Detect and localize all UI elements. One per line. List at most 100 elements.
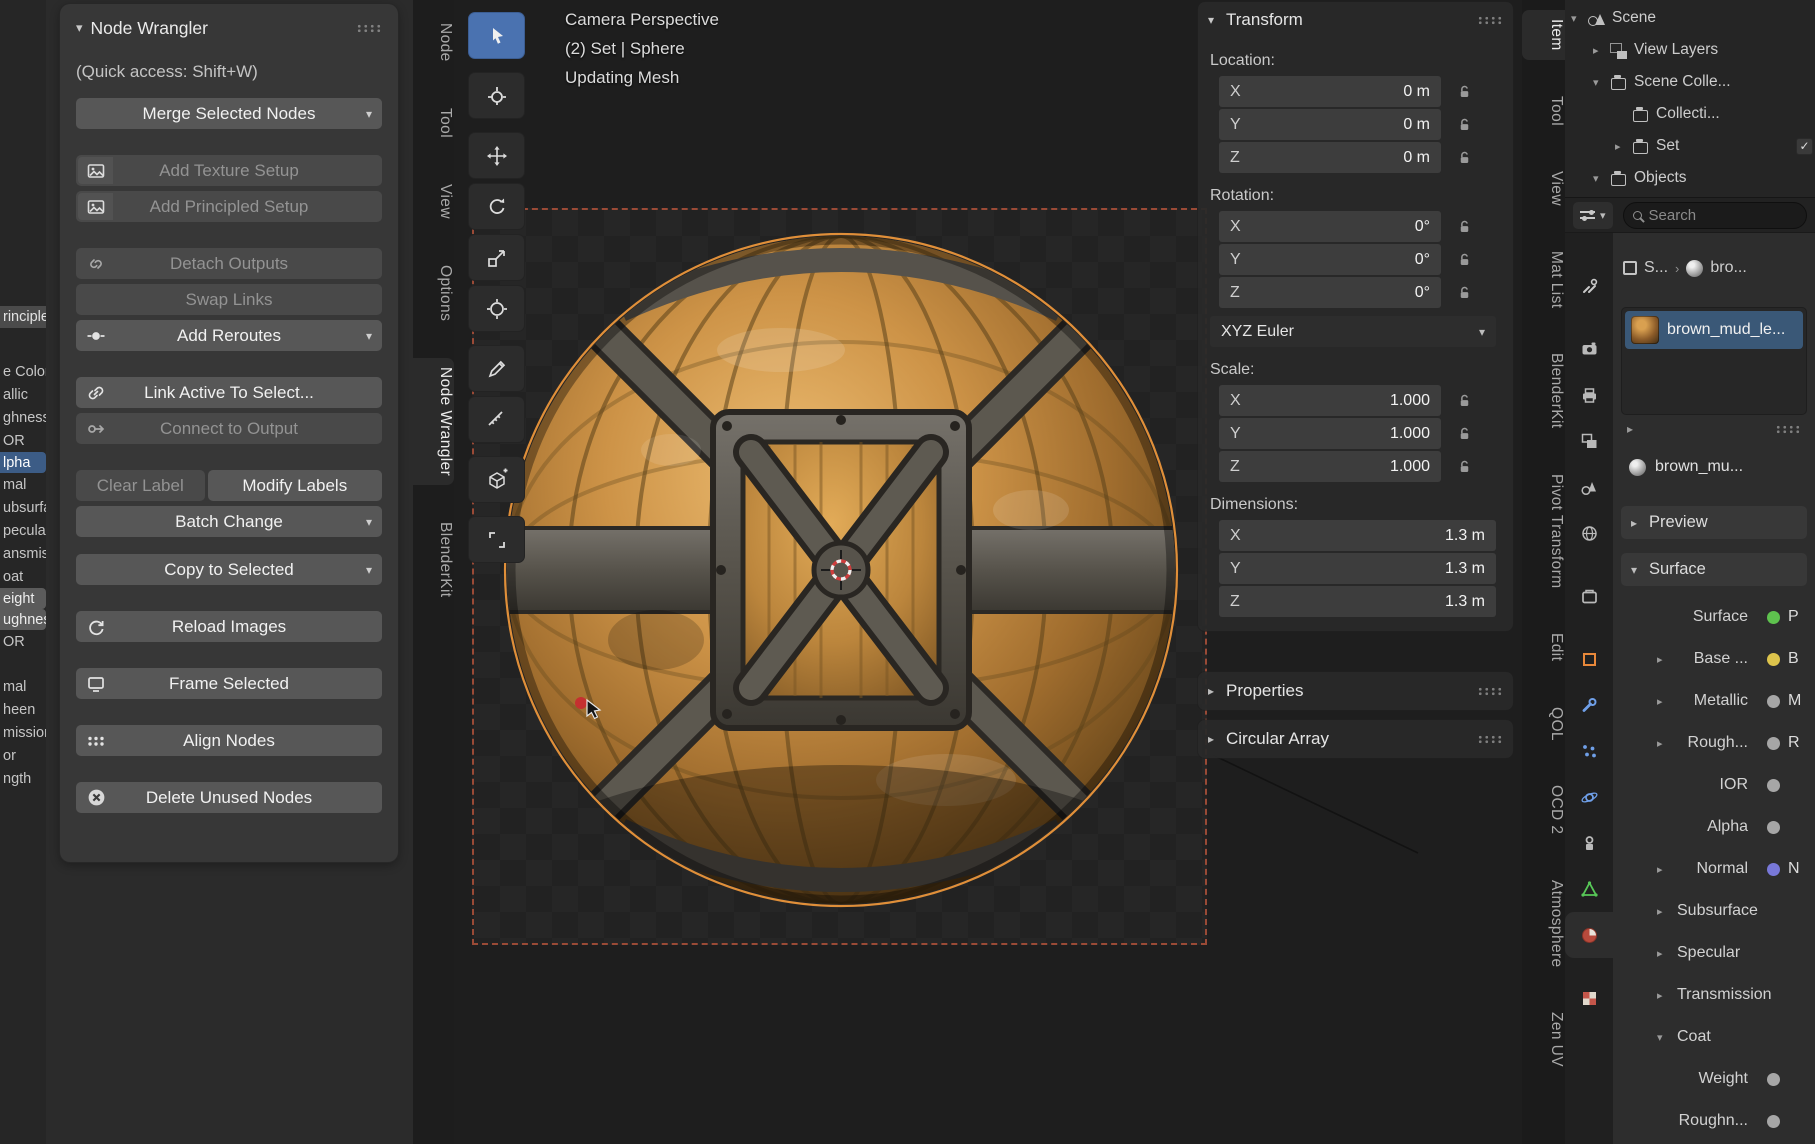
sidebar-tab[interactable]: BlenderKit <box>1522 344 1565 438</box>
sidebar-tab[interactable]: Atmosphere <box>1522 871 1565 977</box>
align-nodes-button[interactable]: Align Nodes <box>76 725 382 756</box>
expand-chevron-icon[interactable]: ▾ <box>1657 1031 1663 1044</box>
expand-chevron-icon[interactable]: ▸ <box>1657 653 1663 666</box>
expand-chevron-icon[interactable]: ▸ <box>1657 905 1663 918</box>
number-field[interactable]: X 0° <box>1219 211 1441 242</box>
tab-constraints[interactable] <box>1565 820 1613 866</box>
node-socket-label[interactable]: OR <box>0 429 46 452</box>
delete-unused-nodes-button[interactable]: Delete Unused Nodes <box>76 782 382 813</box>
transform-tool-button[interactable] <box>468 285 525 332</box>
material-slot-list[interactable]: brown_mud_le... <box>1621 307 1807 415</box>
node-socket-label[interactable]: OR <box>0 630 46 653</box>
material-property-row[interactable]: ▸ Subsurface <box>1613 890 1815 932</box>
detach-outputs-button[interactable]: Detach Outputs <box>76 248 382 279</box>
tab-tool[interactable] <box>1565 263 1613 309</box>
node-socket-label[interactable]: ansmis <box>0 542 46 565</box>
lock-open-icon[interactable] <box>1457 84 1472 100</box>
sidebar-tab[interactable]: Zen UV <box>1522 1003 1565 1076</box>
number-field[interactable]: Y 0 m <box>1219 109 1441 140</box>
sidebar-tab[interactable]: Options <box>413 256 454 330</box>
modify-labels-button[interactable]: Modify Labels <box>208 470 382 501</box>
outliner-row[interactable]: ▾ Objects <box>1565 162 1815 194</box>
sidebar-tab[interactable]: Pivot Transform <box>1522 465 1565 598</box>
property-value[interactable]: N <box>1767 860 1800 878</box>
panel-grip-icon[interactable] <box>1477 16 1503 25</box>
tab-physics[interactable] <box>1565 774 1613 820</box>
material-property-row[interactable]: ▸ Specular <box>1613 932 1815 974</box>
tab-scene[interactable] <box>1565 464 1613 510</box>
node-socket-label[interactable]: mal <box>0 675 46 698</box>
node-socket-label[interactable]: pecular <box>0 519 46 542</box>
checkbox-icon[interactable] <box>1796 138 1813 155</box>
expand-chevron-icon[interactable]: ▾ <box>1593 172 1610 185</box>
tab-world[interactable] <box>1565 510 1613 556</box>
viewport-3d[interactable]: Camera Perspective (2) Set | Sphere Upda… <box>454 0 1565 1144</box>
panel-grip-icon[interactable] <box>1477 687 1503 696</box>
sidebar-tab[interactable]: Tool <box>1522 87 1565 135</box>
properties-panel-collapsed[interactable]: ▸ Properties <box>1198 672 1513 710</box>
tab-modifiers[interactable] <box>1565 682 1613 728</box>
frame-selected-button[interactable]: Frame Selected <box>76 668 382 699</box>
property-value[interactable] <box>1767 779 1788 792</box>
expand-chevron-icon[interactable]: ▸ <box>1657 737 1663 750</box>
number-field[interactable]: Z 1.3 m <box>1219 586 1496 617</box>
sidebar-tab[interactable]: Node <box>413 14 454 71</box>
outliner-row[interactable]: ▸ Set <box>1565 130 1815 162</box>
sidebar-tab[interactable]: Node Wrangler <box>413 358 454 485</box>
node-socket-label[interactable]: heen <box>0 698 46 721</box>
sidebar-tab[interactable]: Mat List <box>1522 242 1565 317</box>
outliner-row[interactable]: ▾ Scene <box>1565 2 1815 34</box>
node-socket-label[interactable]: or <box>0 744 46 767</box>
sidebar-tab[interactable]: BlenderKit <box>413 513 454 607</box>
expand-chevron-icon[interactable]: ▸ <box>1657 863 1663 876</box>
material-property-row[interactable]: ▾ Coat <box>1613 1016 1815 1058</box>
tab-texture[interactable] <box>1565 975 1613 1021</box>
node-socket-label[interactable]: eight <box>0 588 46 609</box>
lock-open-icon[interactable] <box>1457 285 1472 301</box>
add-texture-setup-button[interactable]: Add Texture Setup <box>76 155 382 186</box>
panel-grip-icon[interactable] <box>1477 735 1503 744</box>
property-value[interactable]: R <box>1767 734 1800 752</box>
surface-section-header[interactable]: ▾ Surface <box>1621 553 1807 586</box>
material-property-row[interactable]: Alpha <box>1613 806 1815 848</box>
circular-array-panel-collapsed[interactable]: ▸ Circular Array <box>1198 720 1513 758</box>
tab-output[interactable] <box>1565 372 1613 418</box>
material-property-row[interactable]: Weight <box>1613 1058 1815 1100</box>
material-property-row[interactable]: Roughn... <box>1613 1100 1815 1142</box>
node-socket-label[interactable]: lpha <box>0 452 46 473</box>
rotate-tool-button[interactable] <box>468 183 525 230</box>
lock-open-icon[interactable] <box>1457 117 1472 133</box>
connect-to-output-button[interactable]: Connect to Output <box>76 413 382 444</box>
sidebar-tab[interactable]: View <box>413 175 454 228</box>
tab-collection[interactable] <box>1565 573 1613 619</box>
node-socket-label[interactable]: e Color <box>0 360 46 383</box>
lock-open-icon[interactable] <box>1457 219 1472 235</box>
number-field[interactable]: X 0 m <box>1219 76 1441 107</box>
lock-open-icon[interactable] <box>1457 393 1472 409</box>
property-value[interactable] <box>1767 821 1788 834</box>
box-select-tool-button[interactable] <box>468 12 525 59</box>
breadcrumb-material[interactable]: bro... <box>1710 259 1746 277</box>
property-value[interactable]: M <box>1767 692 1801 710</box>
number-field[interactable]: Z 0 m <box>1219 142 1441 173</box>
node-socket-label[interactable]: ghness <box>0 406 46 429</box>
number-field[interactable]: Z 1.000 <box>1219 451 1441 482</box>
node-socket-label[interactable]: ngth <box>0 767 46 790</box>
reload-images-button[interactable]: Reload Images <box>76 611 382 642</box>
expand-chevron-icon[interactable]: ▾ <box>1571 12 1588 25</box>
clear-label-button[interactable]: Clear Label <box>76 470 205 501</box>
expand-chevron-icon[interactable]: ▸ <box>1657 695 1663 708</box>
annotate-tool-button[interactable] <box>468 345 525 392</box>
properties-search[interactable] <box>1623 202 1807 229</box>
panel-grip-icon[interactable] <box>356 24 382 33</box>
measure-tool-button[interactable] <box>468 396 525 443</box>
move-tool-button[interactable] <box>468 132 525 179</box>
number-field[interactable]: Z 0° <box>1219 277 1441 308</box>
rotation-mode-dropdown[interactable]: XYZ Euler ▾ <box>1210 316 1496 347</box>
lock-open-icon[interactable] <box>1457 459 1472 475</box>
batch-change-dropdown[interactable]: Batch Change ▾ <box>76 506 382 537</box>
node-socket-label[interactable]: ughness <box>0 609 46 630</box>
search-input[interactable] <box>1649 207 1797 224</box>
expand-chevron-icon[interactable]: ▸ <box>1657 989 1663 1002</box>
node-socket-label[interactable]: rincipled <box>0 306 46 328</box>
